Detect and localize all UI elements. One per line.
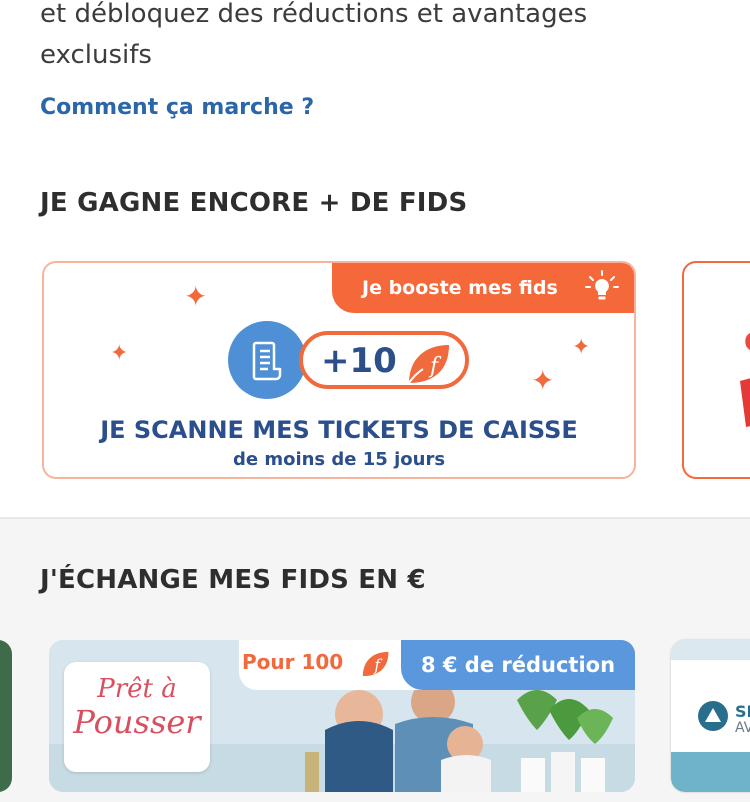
next-card-peek[interactable]: C <box>682 261 750 479</box>
scan-receipts-card[interactable]: Je booste mes fids ✦ ✦ ✦ ✦ +10 f JE SCAN… <box>42 261 636 479</box>
receipt-icon <box>252 341 282 381</box>
section-title-exchange: J'ÉCHANGE MES FIDS EN € <box>40 565 426 595</box>
brand-logo: Prêt à Pousser <box>64 662 210 772</box>
boost-tag-label: Je booste mes fids <box>362 277 558 299</box>
fids-leaf-icon: f <box>408 345 449 384</box>
card-peek-graphic: C <box>740 328 750 427</box>
offer-card-pret-a-pousser[interactable]: Pour 100 f 8 € de réduction Prêt à Pouss… <box>49 640 635 792</box>
next-offer-card-peek[interactable]: SE AV <box>671 640 750 792</box>
points-value: +10 <box>321 341 397 381</box>
sparkle-icon: ✦ <box>110 341 129 366</box>
scan-title: JE SCANNE MES TICKETS DE CAISSE <box>100 416 578 444</box>
brand-logo-line2: Pousser <box>73 703 201 741</box>
points-pill: +10 f <box>299 331 469 389</box>
offer-peek-text-1: SE <box>735 702 750 721</box>
receipt-badge <box>228 321 306 399</box>
intro-text: et débloquez des réductions et avantages… <box>40 0 588 70</box>
prev-offer-card-peek[interactable] <box>0 640 12 792</box>
offer-peek-text-2: AV <box>735 720 750 736</box>
section-title-earn: JE GAGNE ENCORE + DE FIDS <box>40 188 468 218</box>
lightbulb-icon <box>585 270 619 300</box>
offer-cost-label: Pour 100 <box>242 650 344 674</box>
scan-subtitle: de moins de 15 jours <box>232 449 446 470</box>
how-it-works-link[interactable]: Comment ça marche ? <box>40 95 314 120</box>
sparkle-icon: ✦ <box>184 280 208 313</box>
sparkle-icon: ✦ <box>531 364 555 397</box>
boost-tag: Je booste mes fids <box>332 263 634 313</box>
fids-leaf-icon: f <box>362 651 389 677</box>
svg-text:C: C <box>744 328 750 358</box>
sparkle-icon: ✦ <box>572 335 591 360</box>
reduction-tag: 8 € de réduction <box>401 640 635 690</box>
brand-logo-line1: Prêt à <box>97 674 177 704</box>
